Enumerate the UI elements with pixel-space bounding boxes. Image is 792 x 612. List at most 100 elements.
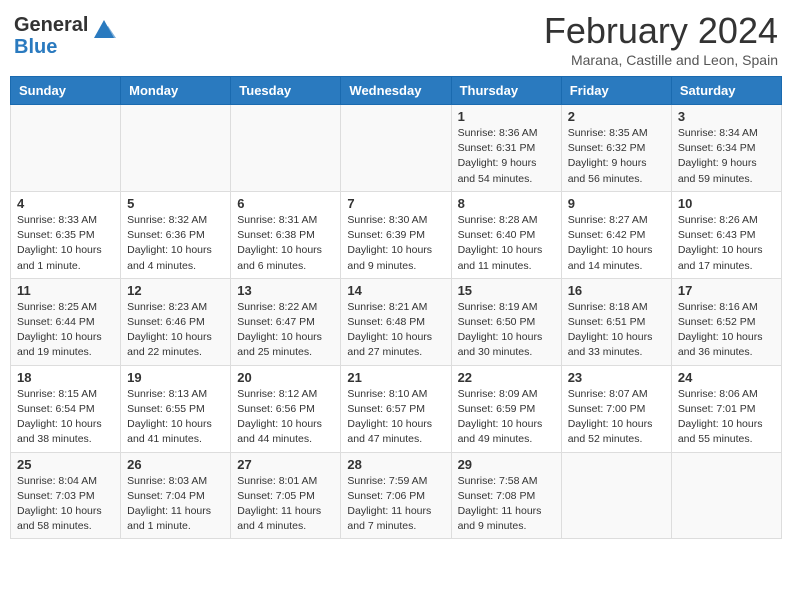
- day-number: 21: [347, 370, 444, 385]
- calendar-cell: [121, 105, 231, 192]
- day-info: Sunrise: 8:26 AM Sunset: 6:43 PM Dayligh…: [678, 213, 775, 274]
- day-number: 23: [568, 370, 665, 385]
- calendar-cell: 29 Sunrise: 7:58 AM Sunset: 7:08 PM Dayli…: [451, 452, 561, 539]
- logo: General Blue: [14, 14, 118, 58]
- calendar-cell: 25 Sunrise: 8:04 AM Sunset: 7:03 PM Dayli…: [11, 452, 121, 539]
- calendar-cell: 18 Sunrise: 8:15 AM Sunset: 6:54 PM Dayli…: [11, 365, 121, 452]
- day-number: 7: [347, 196, 444, 211]
- calendar-cell: 10 Sunrise: 8:26 AM Sunset: 6:43 PM Dayli…: [671, 191, 781, 278]
- day-info: Sunrise: 7:58 AM Sunset: 7:08 PM Dayligh…: [458, 474, 555, 535]
- day-number: 10: [678, 196, 775, 211]
- day-of-week-header: Friday: [561, 77, 671, 105]
- day-number: 28: [347, 457, 444, 472]
- day-info: Sunrise: 7:59 AM Sunset: 7:06 PM Dayligh…: [347, 474, 444, 535]
- logo-blue-text: Blue: [14, 36, 88, 58]
- day-number: 26: [127, 457, 224, 472]
- day-info: Sunrise: 8:28 AM Sunset: 6:40 PM Dayligh…: [458, 213, 555, 274]
- calendar-cell: 12 Sunrise: 8:23 AM Sunset: 6:46 PM Dayli…: [121, 278, 231, 365]
- day-info: Sunrise: 8:19 AM Sunset: 6:50 PM Dayligh…: [458, 300, 555, 361]
- calendar-cell: 13 Sunrise: 8:22 AM Sunset: 6:47 PM Dayli…: [231, 278, 341, 365]
- calendar-cell: 23Sunrise: 8:07 AM Sunset: 7:00 PM Dayli…: [561, 365, 671, 452]
- calendar-header-row: SundayMondayTuesdayWednesdayThursdayFrid…: [11, 77, 782, 105]
- calendar-cell: 4 Sunrise: 8:33 AM Sunset: 6:35 PM Daylig…: [11, 191, 121, 278]
- day-info: Sunrise: 8:09 AM Sunset: 6:59 PM Dayligh…: [458, 387, 555, 448]
- day-number: 3: [678, 109, 775, 124]
- day-number: 16: [568, 283, 665, 298]
- calendar-cell: 7 Sunrise: 8:30 AM Sunset: 6:39 PM Daylig…: [341, 191, 451, 278]
- day-of-week-header: Thursday: [451, 77, 561, 105]
- day-number: 12: [127, 283, 224, 298]
- day-number: 29: [458, 457, 555, 472]
- calendar-cell: 3 Sunrise: 8:34 AM Sunset: 6:34 PM Daylig…: [671, 105, 781, 192]
- calendar-cell: 17 Sunrise: 8:16 AM Sunset: 6:52 PM Dayli…: [671, 278, 781, 365]
- calendar-cell: 9 Sunrise: 8:27 AM Sunset: 6:42 PM Daylig…: [561, 191, 671, 278]
- calendar-cell: 27 Sunrise: 8:01 AM Sunset: 7:05 PM Dayli…: [231, 452, 341, 539]
- day-number: 13: [237, 283, 334, 298]
- calendar-cell: [231, 105, 341, 192]
- calendar-week-row: 18 Sunrise: 8:15 AM Sunset: 6:54 PM Dayli…: [11, 365, 782, 452]
- calendar-cell: [561, 452, 671, 539]
- day-info: Sunrise: 8:03 AM Sunset: 7:04 PM Dayligh…: [127, 474, 224, 535]
- calendar-week-row: 1Sunrise: 8:36 AM Sunset: 6:31 PM Daylig…: [11, 105, 782, 192]
- day-number: 17: [678, 283, 775, 298]
- calendar-week-row: 4 Sunrise: 8:33 AM Sunset: 6:35 PM Daylig…: [11, 191, 782, 278]
- calendar-cell: 24Sunrise: 8:06 AM Sunset: 7:01 PM Dayli…: [671, 365, 781, 452]
- calendar-cell: [11, 105, 121, 192]
- day-number: 9: [568, 196, 665, 211]
- day-number: 20: [237, 370, 334, 385]
- day-number: 15: [458, 283, 555, 298]
- logo-general-text: General: [14, 14, 88, 36]
- day-info: Sunrise: 8:33 AM Sunset: 6:35 PM Dayligh…: [17, 213, 114, 274]
- calendar-cell: 16 Sunrise: 8:18 AM Sunset: 6:51 PM Dayli…: [561, 278, 671, 365]
- calendar-table: SundayMondayTuesdayWednesdayThursdayFrid…: [10, 76, 782, 539]
- calendar-cell: 21 Sunrise: 8:10 AM Sunset: 6:57 PM Dayli…: [341, 365, 451, 452]
- calendar-cell: 26 Sunrise: 8:03 AM Sunset: 7:04 PM Dayli…: [121, 452, 231, 539]
- calendar-cell: 19Sunrise: 8:13 AM Sunset: 6:55 PM Dayli…: [121, 365, 231, 452]
- day-number: 6: [237, 196, 334, 211]
- day-of-week-header: Tuesday: [231, 77, 341, 105]
- day-info: Sunrise: 8:25 AM Sunset: 6:44 PM Dayligh…: [17, 300, 114, 361]
- calendar-cell: 14 Sunrise: 8:21 AM Sunset: 6:48 PM Dayli…: [341, 278, 451, 365]
- calendar-week-row: 25 Sunrise: 8:04 AM Sunset: 7:03 PM Dayli…: [11, 452, 782, 539]
- day-info: Sunrise: 8:27 AM Sunset: 6:42 PM Dayligh…: [568, 213, 665, 274]
- day-info: Sunrise: 8:04 AM Sunset: 7:03 PM Dayligh…: [17, 474, 114, 535]
- day-number: 4: [17, 196, 114, 211]
- day-number: 27: [237, 457, 334, 472]
- day-info: Sunrise: 8:10 AM Sunset: 6:57 PM Dayligh…: [347, 387, 444, 448]
- calendar-cell: 22 Sunrise: 8:09 AM Sunset: 6:59 PM Dayli…: [451, 365, 561, 452]
- day-of-week-header: Saturday: [671, 77, 781, 105]
- calendar-cell: [671, 452, 781, 539]
- title-section: February 2024 Marana, Castille and Leon,…: [544, 10, 778, 68]
- day-of-week-header: Monday: [121, 77, 231, 105]
- calendar-cell: 20Sunrise: 8:12 AM Sunset: 6:56 PM Dayli…: [231, 365, 341, 452]
- day-number: 22: [458, 370, 555, 385]
- day-number: 18: [17, 370, 114, 385]
- day-info: Sunrise: 8:13 AM Sunset: 6:55 PM Dayligh…: [127, 387, 224, 448]
- calendar-cell: 5Sunrise: 8:32 AM Sunset: 6:36 PM Daylig…: [121, 191, 231, 278]
- day-number: 2: [568, 109, 665, 124]
- day-of-week-header: Sunday: [11, 77, 121, 105]
- day-number: 5: [127, 196, 224, 211]
- day-info: Sunrise: 8:15 AM Sunset: 6:54 PM Dayligh…: [17, 387, 114, 448]
- calendar-cell: 28 Sunrise: 7:59 AM Sunset: 7:06 PM Dayli…: [341, 452, 451, 539]
- calendar-cell: 11Sunrise: 8:25 AM Sunset: 6:44 PM Dayli…: [11, 278, 121, 365]
- month-title: February 2024: [544, 10, 778, 52]
- day-info: Sunrise: 8:36 AM Sunset: 6:31 PM Dayligh…: [458, 126, 555, 187]
- calendar-cell: 8Sunrise: 8:28 AM Sunset: 6:40 PM Daylig…: [451, 191, 561, 278]
- day-info: Sunrise: 8:23 AM Sunset: 6:46 PM Dayligh…: [127, 300, 224, 361]
- day-number: 14: [347, 283, 444, 298]
- day-info: Sunrise: 8:30 AM Sunset: 6:39 PM Dayligh…: [347, 213, 444, 274]
- calendar-cell: 2 Sunrise: 8:35 AM Sunset: 6:32 PM Daylig…: [561, 105, 671, 192]
- day-info: Sunrise: 8:35 AM Sunset: 6:32 PM Dayligh…: [568, 126, 665, 187]
- day-info: Sunrise: 8:18 AM Sunset: 6:51 PM Dayligh…: [568, 300, 665, 361]
- day-number: 25: [17, 457, 114, 472]
- calendar-cell: [341, 105, 451, 192]
- day-info: Sunrise: 8:34 AM Sunset: 6:34 PM Dayligh…: [678, 126, 775, 187]
- day-number: 24: [678, 370, 775, 385]
- calendar-cell: 6 Sunrise: 8:31 AM Sunset: 6:38 PM Daylig…: [231, 191, 341, 278]
- day-info: Sunrise: 8:31 AM Sunset: 6:38 PM Dayligh…: [237, 213, 334, 274]
- day-info: Sunrise: 8:21 AM Sunset: 6:48 PM Dayligh…: [347, 300, 444, 361]
- day-info: Sunrise: 8:01 AM Sunset: 7:05 PM Dayligh…: [237, 474, 334, 535]
- day-info: Sunrise: 8:22 AM Sunset: 6:47 PM Dayligh…: [237, 300, 334, 361]
- day-info: Sunrise: 8:16 AM Sunset: 6:52 PM Dayligh…: [678, 300, 775, 361]
